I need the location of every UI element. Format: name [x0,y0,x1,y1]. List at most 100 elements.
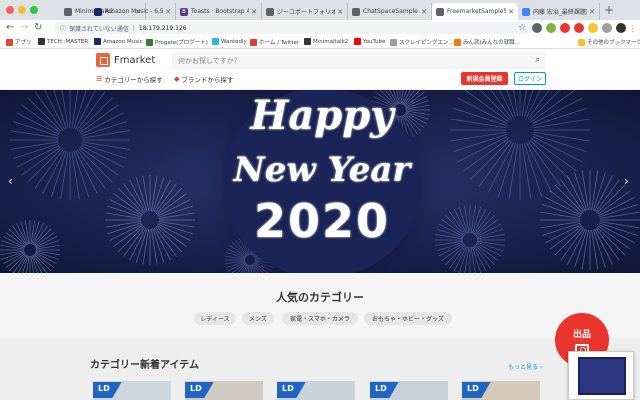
category-chip[interactable]: メンズ [242,312,274,325]
section-title: 人気のカテゴリー [276,291,364,304]
carousel-next-arrow[interactable]: › [624,174,629,188]
item-card[interactable]: LD [462,381,540,400]
bookmark-item[interactable]: Progate(プログート) [146,38,208,46]
info-icon[interactable]: ⓘ [60,24,66,33]
forward-arrow-icon[interactable]: → [20,21,28,35]
carousel-prev-arrow[interactable]: ‹ [8,174,13,188]
bookmark-item[interactable]: Minimaltalk2 [304,38,348,45]
search-input[interactable]: 何かお探しですか？ ⌕ [172,52,546,69]
brand-search-link[interactable]: ◆ ブランドから探す [174,74,233,84]
tab-close-icon[interactable]: ✕ [165,8,171,16]
category-chip[interactable]: おもちゃ・ホビー・グッズ [364,312,452,325]
tab-favicon-icon [266,7,274,16]
extension-icon[interactable] [560,23,570,33]
bookmark-item[interactable]: アプリ [6,38,32,46]
tab-favicon-icon [352,7,360,16]
address-separator: | [132,24,135,32]
security-status: 保護されていない通信 [69,25,129,33]
browser-tab-active[interactable]: FreemarketSample55b ✕ [432,3,518,20]
extension-icon[interactable] [574,23,584,33]
category-chip[interactable]: レディース [194,312,236,325]
firework-burst [0,220,60,273]
browser-tab[interactable]: Amazon Music - 6,500 ✕ [90,3,176,20]
profile-avatar-icon[interactable] [616,23,626,33]
login-button[interactable]: ログイン [514,72,546,85]
bookmark-item[interactable]: スクレイピングエン... [390,38,454,46]
tab-favicon-icon [94,7,102,16]
back-arrow-icon[interactable]: ← [6,21,14,35]
browser-tab[interactable]: B Toasts · Bootstrap 4.2 ✕ [176,3,262,20]
search-icon[interactable]: ⌕ [536,55,540,65]
youtube-icon [354,38,361,45]
tab-favicon-icon [64,7,72,16]
fmarket-logo-icon [96,53,110,67]
bookmark-item[interactable]: YouTube [354,38,385,45]
section-title: カテゴリー新着アイテム [90,360,199,371]
url-text: 18.179.219.126 [138,24,187,32]
bookmark-item[interactable]: Wantedly [212,38,247,45]
extension-icon[interactable] [588,23,598,33]
bookmark-favicon-icon [212,38,219,45]
firework-burst [450,90,590,200]
tab-close-icon[interactable]: ✕ [251,8,257,16]
bookmark-favicon-icon [146,38,153,46]
new-items-section: カテゴリー新着アイテム もっと見る › LD LD LD LD LD [0,338,640,400]
minimize-window-button[interactable] [18,6,26,14]
hero-new-year-text: New Year [233,150,411,190]
hero-happy-text: Happy [250,92,394,139]
browser-tab[interactable]: 内藤 宏治_最終課題説明 ✕ [518,3,600,20]
list-icon: ☰ [96,75,103,83]
item-card[interactable]: LD [277,381,355,400]
item-card[interactable]: LD [185,381,263,400]
tab-favicon-icon [522,7,530,16]
item-card[interactable]: LD [370,381,448,400]
popular-categories-section: 人気のカテゴリー レディース メンズ 家電・スマホ・カメラ おもちゃ・ホビー・グ… [0,273,640,338]
browser-tab-strip: Minimaltalk2 ✕ Amazon Music - 6,500 ✕ B … [0,0,640,20]
close-window-button[interactable] [6,6,14,14]
bookmark-favicon-icon [38,38,45,45]
new-tab-button[interactable]: + [604,4,614,16]
register-button[interactable]: 新規会員登録 [461,72,508,85]
bookmark-favicon-icon [94,38,101,45]
apps-grid-icon [6,38,13,46]
bookmark-item[interactable]: ホーム / Twitter [250,38,299,46]
bookmark-item[interactable]: みん就(みんなの就職... [454,38,520,46]
bookmark-favicon-icon [454,38,461,46]
hero-banner[interactable]: Happy New Year 2020 ‹ › [0,90,640,273]
firework-burst [435,205,505,273]
extension-icon[interactable] [532,23,542,33]
thumbnail-image [578,357,626,395]
tab-close-icon[interactable]: ✕ [508,8,514,16]
browser-tab[interactable]: ジーコポートフォリオ ✕ [262,3,348,20]
bookmark-item[interactable]: TECH::MASTER [38,38,88,45]
category-search-link[interactable]: ☰ カテゴリーから探す [96,74,163,84]
site-logo[interactable]: Fmarket [96,53,155,67]
see-more-link[interactable]: もっと見る › [508,362,542,371]
tab-close-icon[interactable]: ✕ [337,8,343,16]
browser-toolbar: ← → ↻ ⓘ 保護されていない通信 | 18.179.219.126 ☆ ⋮ [0,20,640,36]
extension-icon[interactable] [602,23,612,33]
site-header: Fmarket 何かお探しですか？ ⌕ ☰ カテゴリーから探す ◆ ブランドから… [0,49,640,90]
hero-year-text: 2020 [253,194,391,248]
tab-favicon-icon: B [180,7,188,16]
bookmark-item[interactable]: Amazon Music [94,38,143,45]
firework-burst [105,175,195,265]
kebab-menu-icon[interactable]: ⋮ [629,23,637,33]
extension-icon[interactable] [546,23,556,33]
bookmarks-bar: アプリ TECH::MASTER Amazon Music Progate(プロ… [0,36,640,49]
tab-close-icon[interactable]: ✕ [421,8,427,16]
category-chip[interactable]: 家電・スマホ・カメラ [282,312,358,325]
reload-icon[interactable]: ↻ [34,21,42,35]
item-card[interactable]: LD [93,381,171,400]
maximize-window-button[interactable] [30,6,38,14]
tab-favicon-icon [436,7,444,16]
search-placeholder: 何かお探しですか？ [178,56,241,65]
thumbnail-preview[interactable] [568,351,634,400]
bookmark-favicon-icon [250,38,257,46]
tag-icon: ◆ [174,75,180,83]
other-bookmarks[interactable]: その他のブックマーク [578,38,640,46]
browser-tab[interactable]: ChatSpaceSample ✕ [348,3,432,20]
address-bar[interactable]: ⓘ 保護されていない通信 | 18.179.219.126 [54,22,532,34]
bookmark-star-icon[interactable]: ☆ [517,23,527,33]
tab-close-icon[interactable]: ✕ [589,8,595,16]
